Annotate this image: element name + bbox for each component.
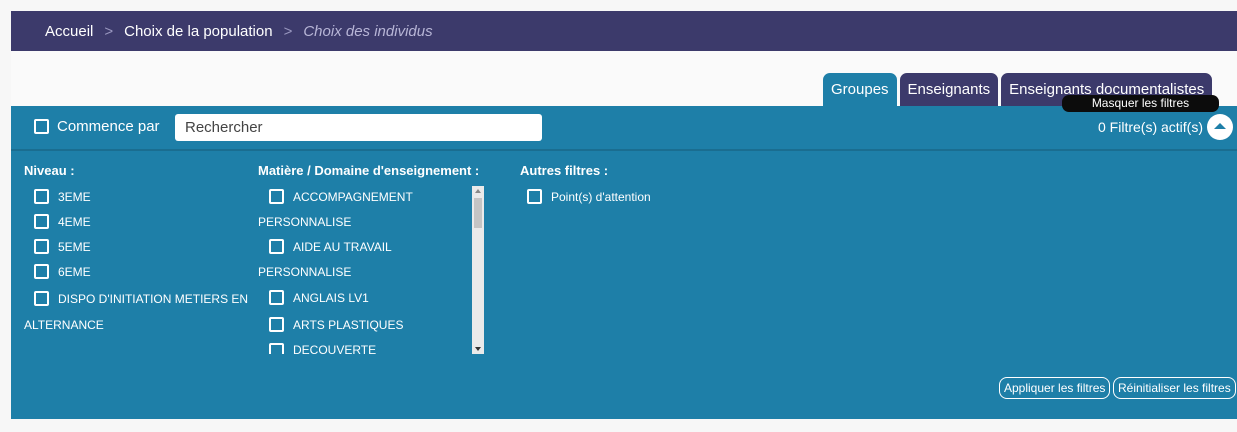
option-label: 6EME: [58, 264, 91, 279]
niveau-option[interactable]: 6EME: [34, 264, 91, 279]
option-label-continued: PERSONNALISE: [258, 215, 352, 229]
matiere-scrollbar[interactable]: [472, 186, 484, 354]
niveau-option[interactable]: DISPO D'INITIATION METIERS EN: [34, 291, 248, 306]
active-filter-count: 0 Filtre(s) actif(s): [1098, 119, 1203, 135]
breadcrumb-home-link[interactable]: Accueil: [45, 23, 93, 40]
autres-filtres-heading: Autres filtres :: [520, 163, 609, 178]
option-label: 3EME: [58, 189, 91, 204]
tab-groupes[interactable]: Groupes: [823, 73, 897, 106]
page: Accueil > Choix de la population > Choix…: [0, 0, 1237, 432]
checkbox[interactable]: [269, 189, 284, 204]
chevron-up-icon: [1214, 123, 1226, 129]
option-label: DISPO D'INITIATION METIERS EN: [58, 291, 249, 306]
option-label-continued: PERSONNALISE: [258, 265, 352, 279]
commence-par-option[interactable]: Commence par: [34, 118, 160, 135]
niveau-option[interactable]: 5EME: [34, 239, 91, 254]
checkbox[interactable]: [269, 290, 284, 305]
search-bar: Commence par 0 Filtre(s) actif(s): [11, 106, 1237, 149]
apply-filters-button[interactable]: Appliquer les filtres: [999, 377, 1111, 399]
niveau-option[interactable]: 3EME: [34, 189, 91, 204]
option-label: AIDE AU TRAVAIL: [293, 239, 392, 254]
scroll-down-icon[interactable]: [475, 347, 481, 351]
option-label: ANGLAIS LV1: [293, 290, 369, 305]
search-input[interactable]: [175, 114, 542, 141]
option-label: 5EME: [58, 239, 91, 254]
option-label: DECOUVERTE: [293, 343, 377, 354]
toggle-filters-button[interactable]: [1207, 114, 1233, 140]
reset-filters-button[interactable]: Réinitialiser les filtres: [1113, 377, 1236, 399]
scroll-up-icon[interactable]: [475, 189, 481, 193]
checkbox[interactable]: [269, 317, 284, 332]
checkbox[interactable]: [269, 239, 284, 254]
breadcrumb-separator-icon: >: [104, 22, 114, 40]
breadcrumb: Accueil > Choix de la population > Choix…: [11, 11, 1237, 51]
checkbox[interactable]: [34, 291, 49, 306]
tab-enseignants[interactable]: Enseignants: [899, 73, 999, 106]
checkbox[interactable]: [34, 239, 49, 254]
scroll-thumb[interactable]: [474, 198, 482, 228]
breadcrumb-population-link[interactable]: Choix de la population: [124, 23, 272, 40]
matiere-option[interactable]: AIDE AU TRAVAIL: [269, 239, 392, 254]
checkbox[interactable]: [34, 264, 49, 279]
option-label: ARTS PLASTIQUES: [293, 317, 404, 332]
autres-option[interactable]: Point(s) d'attention: [527, 189, 651, 204]
niveau-option[interactable]: 4EME: [34, 214, 91, 229]
option-label: Point(s) d'attention: [551, 189, 651, 204]
breadcrumb-current: Choix des individus: [303, 22, 433, 40]
checkbox[interactable]: [34, 214, 49, 229]
matiere-option[interactable]: ANGLAIS LV1: [269, 290, 369, 305]
tooltip: Masquer les filtres: [1062, 95, 1219, 112]
matiere-option[interactable]: ARTS PLASTIQUES: [269, 317, 403, 332]
option-label-continued: ALTERNANCE: [24, 318, 104, 332]
commence-par-label: Commence par: [57, 118, 160, 135]
checkbox[interactable]: [34, 189, 49, 204]
matiere-option[interactable]: ACCOMPAGNEMENT: [269, 189, 413, 204]
divider: [11, 149, 1237, 151]
matiere-option[interactable]: DECOUVERTE: [269, 343, 376, 354]
checkbox[interactable]: [527, 189, 542, 204]
breadcrumb-separator-icon: >: [283, 22, 293, 40]
checkbox[interactable]: [269, 343, 284, 354]
option-label: 4EME: [58, 214, 91, 229]
filter-panel: Commence par 0 Filtre(s) actif(s) Niveau…: [11, 106, 1237, 419]
commence-par-checkbox[interactable]: [34, 119, 49, 134]
niveau-heading: Niveau :: [24, 163, 75, 178]
matiere-heading: Matière / Domaine d'enseignement :: [258, 163, 480, 178]
option-label: ACCOMPAGNEMENT: [293, 189, 413, 204]
